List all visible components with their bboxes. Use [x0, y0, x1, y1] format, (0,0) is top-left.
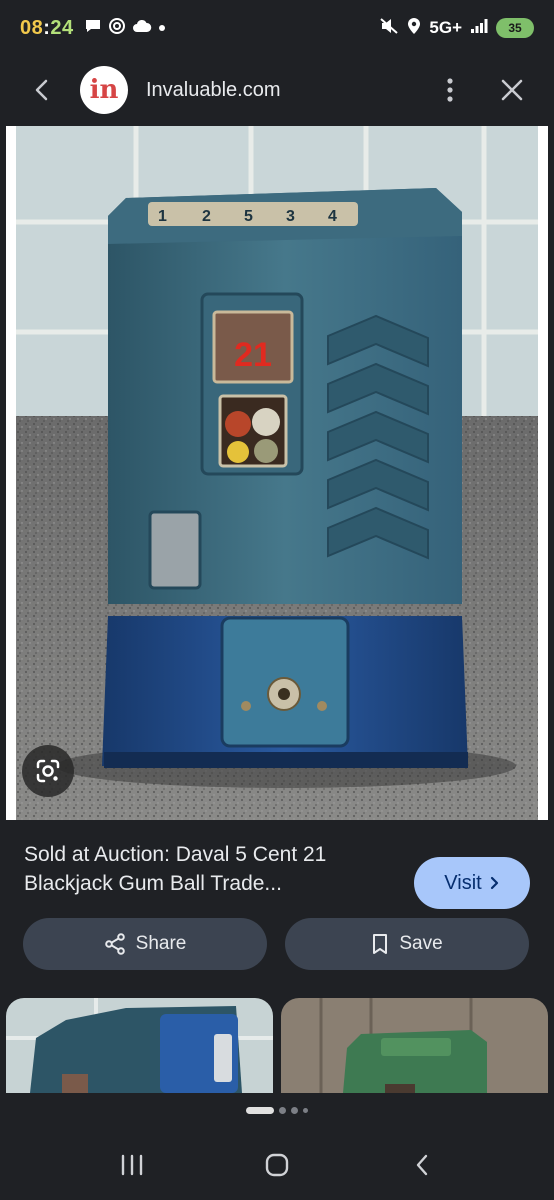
back-button[interactable]: [24, 72, 60, 108]
clock-minutes: 24: [50, 16, 74, 39]
google-lens-icon: [36, 759, 60, 783]
back-arrow-icon: [35, 79, 48, 101]
notification-icons: [84, 17, 166, 40]
home-button[interactable]: [252, 1145, 302, 1185]
carousel-dot: [279, 1107, 286, 1114]
related-thumb-green-machine: [281, 998, 548, 1093]
counter-digit-2: 2: [202, 208, 211, 225]
related-images: [6, 998, 548, 1093]
more-options-button[interactable]: [432, 72, 468, 108]
carousel-dot: [303, 1108, 308, 1113]
recent-apps-button[interactable]: [107, 1145, 157, 1185]
system-back-icon: [416, 1154, 427, 1176]
site-name[interactable]: Invaluable.com: [146, 79, 281, 102]
chevron-right-icon: [490, 876, 498, 890]
badge-21: 21: [234, 336, 272, 374]
share-button[interactable]: Share: [23, 918, 267, 970]
mute-vibrate-icon: [379, 17, 399, 40]
signal-icon: [470, 18, 488, 39]
network-type: 5G+: [429, 18, 462, 37]
counter-digit-3: 5: [244, 208, 253, 225]
result-title[interactable]: Sold at Auction: Daval 5 Cent 21 Blackja…: [24, 840, 394, 916]
carousel-dot: [291, 1107, 298, 1114]
clock-hours: 08: [20, 16, 44, 39]
recent-apps-icon: [122, 1154, 143, 1176]
related-image-1[interactable]: [6, 998, 273, 1093]
close-icon: [501, 79, 523, 101]
product-photo[interactable]: 1 2 5 3 4 21: [16, 126, 538, 820]
location-icon: [407, 17, 421, 40]
action-buttons: Share Save: [23, 918, 529, 970]
visit-button[interactable]: Visit: [414, 857, 530, 909]
home-icon: [265, 1153, 289, 1177]
save-label: Save: [399, 933, 443, 954]
bookmark-icon: [373, 934, 388, 954]
dot-icon: [158, 19, 166, 37]
status-clock: 08:24: [20, 17, 74, 40]
carousel-indicator: [0, 1107, 554, 1114]
more-vert-icon: [447, 78, 453, 102]
status-bar: 08:24 5G+ 35: [0, 0, 554, 56]
share-label: Share: [135, 933, 187, 954]
counter-digit-1: 1: [158, 208, 167, 225]
site-logo-text: in: [89, 75, 119, 105]
visit-label: Visit: [444, 871, 482, 894]
status-right: 5G+ 35: [379, 17, 534, 40]
counter-digit-4: 3: [286, 208, 295, 225]
chat-bubble-icon: [84, 17, 102, 40]
gumball-machine-photo: 1 2 5 3 4 21: [16, 126, 538, 820]
system-back-button[interactable]: [397, 1145, 447, 1185]
viewer-top-bar: in Invaluable.com: [0, 56, 554, 124]
battery-indicator: 35: [496, 18, 534, 38]
wireless-icon: [108, 17, 126, 40]
counter-digit-5: 4: [328, 208, 337, 225]
lens-search-button[interactable]: [22, 745, 74, 797]
main-image-frame: 1 2 5 3 4 21: [6, 126, 548, 820]
bottom-area: [0, 1093, 554, 1200]
share-icon: [104, 933, 125, 955]
cloud-icon: [132, 18, 152, 39]
carousel-dot-active: [246, 1107, 274, 1114]
close-button[interactable]: [494, 72, 530, 108]
system-nav-bar: [0, 1141, 554, 1189]
result-info: Sold at Auction: Daval 5 Cent 21 Blackja…: [0, 820, 554, 916]
save-button[interactable]: Save: [285, 918, 529, 970]
related-image-2[interactable]: [281, 998, 548, 1093]
site-logo[interactable]: in: [80, 66, 128, 114]
related-thumb-blue-machine: [6, 998, 273, 1093]
